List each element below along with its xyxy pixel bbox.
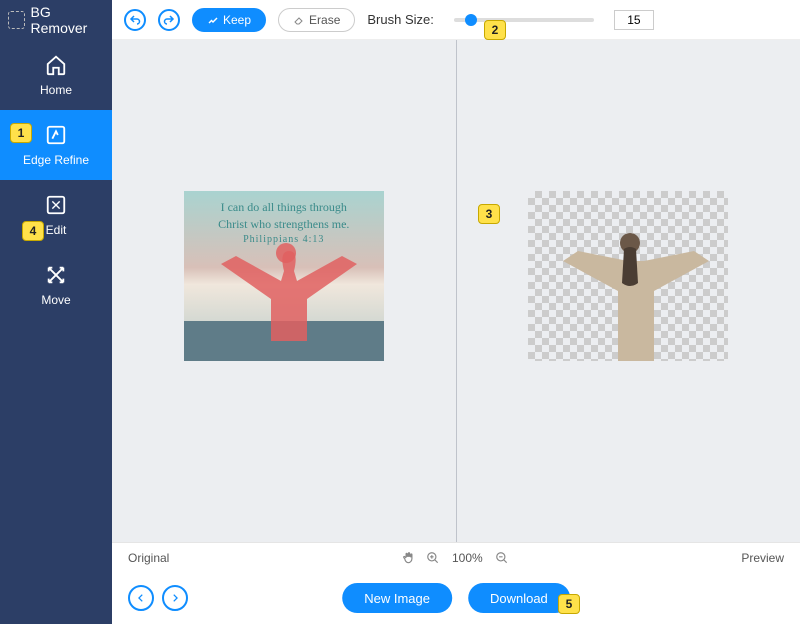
zoom-in-button[interactable] [424,549,442,567]
app-title: BG Remover [31,4,104,36]
step-marker-5: 5 [558,594,580,614]
brush-size-input[interactable] [614,10,654,30]
person-cutout [528,191,728,361]
home-icon [44,53,68,77]
zoom-value: 100% [452,551,483,565]
original-pane: I can do all things through Christ who s… [112,40,456,542]
sidebar-item-home[interactable]: Home [0,40,112,110]
app-logo-icon [8,11,25,29]
sidebar-label: Home [40,83,72,97]
move-icon [44,263,68,287]
original-image-text: I can do all things through Christ who s… [184,199,384,247]
step-marker-1: 1 [10,123,32,143]
step-marker-2: 2 [484,20,506,40]
sidebar-item-move[interactable]: Move [0,250,112,320]
slider-thumb[interactable] [465,14,477,26]
preview-pane [457,40,800,542]
status-bar: Original 100% Preview [112,542,800,572]
app-root: BG Remover Home Edge Refine Edit Move [0,0,800,624]
person-mask-red [194,241,374,341]
keep-label: Keep [223,13,251,27]
pan-tool-button[interactable] [400,549,418,567]
canvas-area: I can do all things through Christ who s… [112,40,800,542]
toolbar: Keep Erase Brush Size: [112,0,800,40]
undo-button[interactable] [124,9,146,31]
original-label: Original [128,551,169,565]
next-image-button[interactable] [162,585,188,611]
download-button[interactable]: Download [468,583,570,613]
sidebar-label: Move [41,293,70,307]
step-marker-4: 4 [22,221,44,241]
erase-label: Erase [309,13,340,27]
edit-icon [44,193,68,217]
zoom-out-button[interactable] [493,549,511,567]
eraser-icon [293,14,305,26]
brush-keep-icon [207,14,219,26]
sidebar-label: Edit [46,223,67,237]
erase-button[interactable]: Erase [278,8,355,32]
preview-label: Preview [741,551,784,565]
sidebar-label: Edge Refine [23,153,89,167]
main-area: Keep Erase Brush Size: I can do all thin… [112,0,800,624]
app-header: BG Remover [0,0,112,40]
brush-size-slider[interactable] [454,18,594,22]
sidebar-item-edge-refine[interactable]: Edge Refine [0,110,112,180]
prev-image-button[interactable] [128,585,154,611]
redo-button[interactable] [158,9,180,31]
bottom-bar: New Image Download [112,572,800,624]
sidebar-item-edit[interactable]: Edit [0,180,112,250]
new-image-button[interactable]: New Image [342,583,452,613]
preview-image[interactable] [528,191,728,361]
sidebar: BG Remover Home Edge Refine Edit Move [0,0,112,624]
keep-button[interactable]: Keep [192,8,266,32]
edge-refine-icon [44,123,68,147]
original-image[interactable]: I can do all things through Christ who s… [184,191,384,361]
step-marker-3: 3 [478,204,500,224]
brush-size-label: Brush Size: [367,12,433,27]
